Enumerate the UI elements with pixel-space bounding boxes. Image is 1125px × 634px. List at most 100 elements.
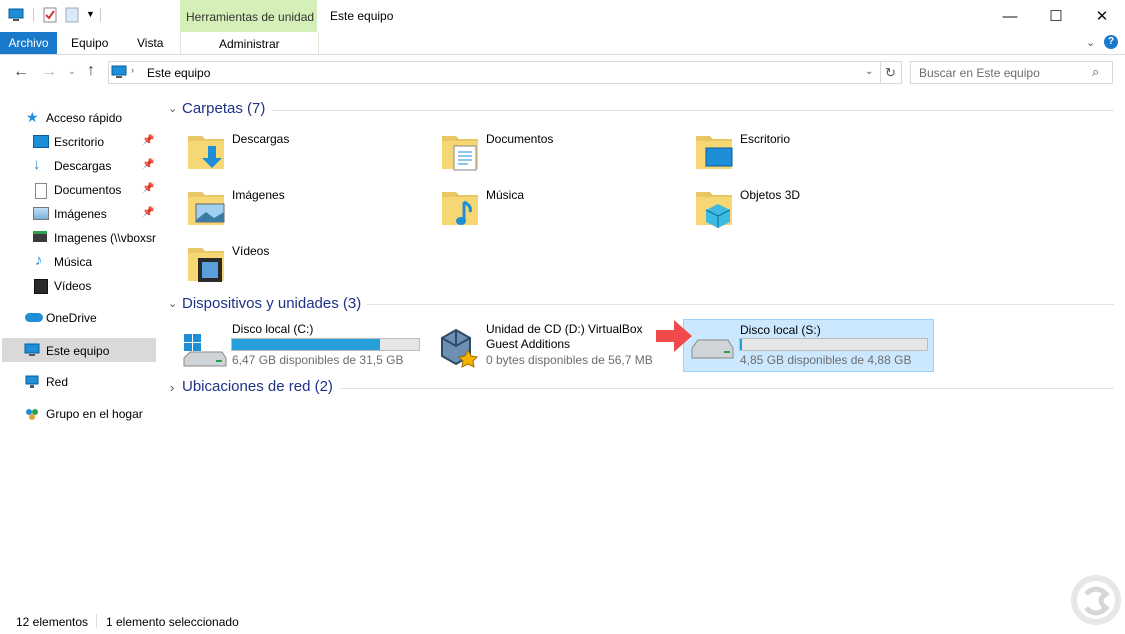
desktop-icon: [33, 135, 49, 148]
pictures-folder-icon: [188, 192, 225, 225]
help-icon[interactable]: ?: [1104, 35, 1118, 49]
nav-item-onedrive[interactable]: OneDrive: [2, 307, 156, 329]
search-icon[interactable]: ⌕: [1092, 64, 1099, 80]
forward-arrow-icon[interactable]: →: [41, 63, 57, 81]
search-placeholder: Buscar en Este equipo: [919, 66, 1040, 80]
up-arrow-icon[interactable]: ↑: [87, 62, 95, 80]
title-bar: ▼ Herramientas de unidad Este equipo — ☐…: [0, 0, 1125, 32]
nav-item-este-equipo[interactable]: Este equipo: [2, 338, 156, 362]
drive-tools-label: Herramientas de unidad: [186, 10, 315, 24]
window-title: Este equipo: [330, 9, 394, 23]
nav-item-acceso-rapido[interactable]: ★ Acceso rápido: [2, 107, 156, 129]
address-bar[interactable]: › Este equipo ⌄: [108, 61, 881, 84]
computer-icon[interactable]: [8, 7, 24, 23]
drive-c[interactable]: Disco local (C:) 6,47 GB disponibles de …: [178, 320, 428, 372]
drive-c-free: 6,47 GB disponibles de 31,5 GB: [232, 353, 404, 367]
drive-c-usage-fill: [232, 339, 380, 350]
group-header-carpetas[interactable]: Carpetas (7): [182, 100, 265, 117]
chevron-up-icon[interactable]: ⌄: [1086, 36, 1095, 49]
breadcrumb-chevron-icon[interactable]: ›: [131, 65, 134, 75]
drive-s-selected[interactable]: Disco local (S:) 4,85 GB disponibles de …: [683, 319, 934, 372]
folder-documentos[interactable]: Documentos: [440, 128, 680, 180]
drive-d-name: Unidad de CD (D:) VirtualBox Guest Addit…: [486, 322, 643, 351]
expand-red-icon[interactable]: ›: [170, 380, 174, 395]
pin-icon[interactable]: 📌: [142, 159, 154, 170]
folder-imagenes[interactable]: Imágenes: [186, 184, 426, 236]
drive-c-usage-bar: [231, 338, 420, 351]
nav-item-grupo-hogar[interactable]: Grupo en el hogar: [2, 403, 156, 425]
pin-icon[interactable]: 📌: [142, 183, 154, 194]
folder-escritorio[interactable]: Escritorio: [694, 128, 934, 180]
tab-vista[interactable]: Vista: [137, 36, 163, 50]
film-icon: [34, 279, 48, 294]
breadcrumb-este-equipo[interactable]: Este equipo: [147, 66, 210, 80]
separator: [100, 8, 101, 22]
maximize-button[interactable]: ☐: [1033, 0, 1079, 32]
refresh-icon[interactable]: ↻: [880, 61, 902, 84]
folder-musica[interactable]: Música: [440, 184, 680, 236]
group-divider: [272, 110, 1114, 111]
music-folder-icon: [442, 192, 478, 225]
group-header-dispositivos[interactable]: Dispositivos y unidades (3): [182, 295, 361, 312]
nav-item-videos[interactable]: Vídeos: [2, 275, 156, 297]
separator: [33, 8, 34, 22]
group-divider: [340, 388, 1114, 389]
music-note-icon: ♪: [35, 252, 43, 269]
drive-s-usage-fill: [740, 339, 742, 350]
tab-administrar-label: Administrar: [219, 37, 280, 51]
windows-drive-icon: [183, 334, 227, 367]
drive-s-name: Disco local (S:): [740, 323, 821, 337]
drive-tools-contextual-tab[interactable]: Herramientas de unidad: [180, 0, 317, 32]
folder-videos[interactable]: Vídeos: [186, 240, 426, 292]
nav-item-musica[interactable]: ♪ Música: [2, 251, 156, 273]
collapse-dispositivos-icon[interactable]: ⌄: [168, 297, 177, 310]
folder-objetos3d[interactable]: Objetos 3D: [694, 184, 934, 236]
arrow-annotation-icon: [656, 320, 692, 352]
nav-item-imagenes[interactable]: Imágenes 📌: [2, 203, 156, 225]
drive-d[interactable]: Unidad de CD (D:) VirtualBox Guest Addit…: [432, 320, 682, 372]
pin-icon[interactable]: 📌: [142, 207, 154, 218]
drive-d-free: 0 bytes disponibles de 56,7 MB: [486, 353, 653, 367]
virtualbox-cd-icon: [441, 328, 479, 368]
videos-folder-icon: [188, 248, 224, 282]
homegroup-icon: [26, 409, 38, 420]
drive-s-usage-bar: [739, 338, 928, 351]
status-separator: [96, 614, 97, 628]
folder-descargas[interactable]: Descargas: [186, 128, 426, 180]
tab-equipo[interactable]: Equipo: [71, 36, 108, 50]
nav-item-documentos[interactable]: Documentos 📌: [2, 179, 156, 201]
nav-item-red[interactable]: Red: [2, 371, 156, 393]
nav-item-escritorio[interactable]: Escritorio 📌: [2, 131, 156, 153]
download-arrow-icon: ↓: [33, 156, 41, 173]
desktop-folder-icon: [696, 136, 733, 169]
network-icon: [25, 375, 39, 388]
computer-icon: [24, 343, 40, 356]
pin-icon[interactable]: 📌: [142, 135, 154, 146]
new-folder-icon[interactable]: [64, 7, 80, 23]
computer-icon: [111, 65, 127, 78]
address-history-icon[interactable]: ⌄: [865, 66, 873, 77]
back-arrow-icon[interactable]: ←: [13, 63, 29, 81]
downloads-folder-icon: [188, 136, 224, 169]
nav-item-imagenes-share[interactable]: Imagenes (\\vboxsr: [2, 227, 156, 249]
group-divider: [366, 304, 1114, 305]
recent-locations-icon[interactable]: ⌄: [68, 66, 76, 77]
hard-drive-icon: [691, 339, 734, 359]
document-icon: [35, 183, 47, 199]
drive-s-free: 4,85 GB disponibles de 4,88 GB: [740, 353, 912, 367]
network-drive-icon: [33, 231, 47, 242]
close-button[interactable]: ✕: [1079, 0, 1125, 32]
drive-c-name: Disco local (C:): [232, 322, 314, 336]
cloud-icon: [25, 313, 43, 322]
tab-administrar[interactable]: Administrar: [180, 32, 319, 54]
nav-item-descargas[interactable]: ↓ Descargas 📌: [2, 155, 156, 177]
properties-icon[interactable]: [42, 7, 58, 23]
minimize-button[interactable]: —: [987, 0, 1033, 32]
customize-toolbar-icon[interactable]: ▼: [86, 9, 95, 19]
ribbon-tab-row: [0, 32, 1125, 55]
tab-archivo[interactable]: Archivo: [0, 32, 57, 54]
collapse-carpetas-icon[interactable]: ⌄: [168, 102, 177, 115]
star-icon: ★: [26, 109, 39, 125]
group-header-red[interactable]: Ubicaciones de red (2): [182, 378, 333, 395]
pictures-icon: [33, 207, 49, 220]
